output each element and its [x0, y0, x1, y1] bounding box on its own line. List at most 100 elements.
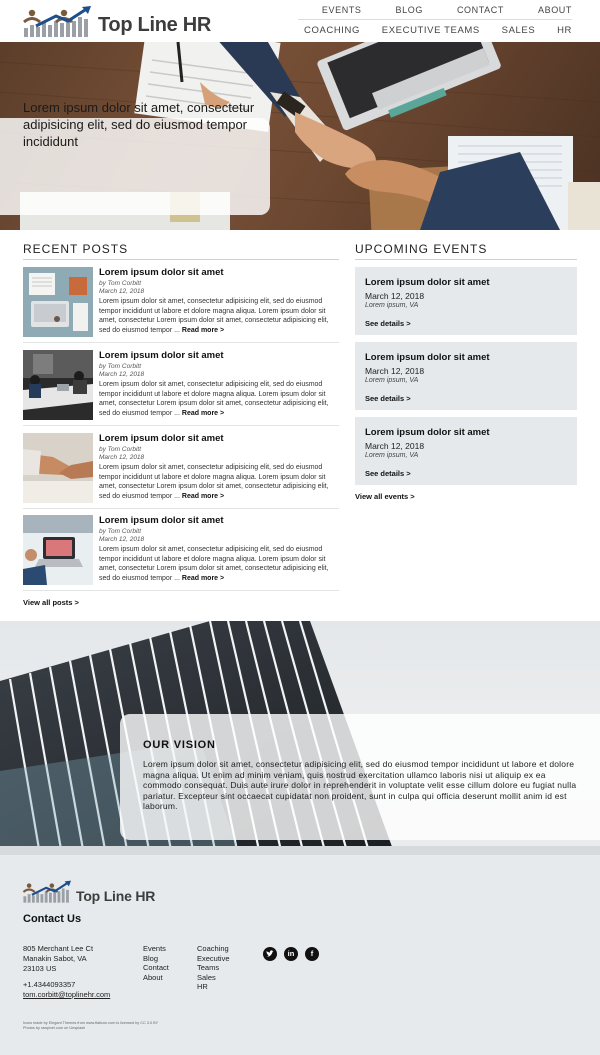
nav-sales[interactable]: SALES — [502, 25, 536, 36]
footer-link-events[interactable]: Events — [143, 944, 169, 954]
linkedin-icon[interactable]: in — [284, 947, 298, 961]
event-date: March 12, 2018 — [365, 366, 425, 376]
post-author: by Tom Corbitt — [99, 446, 142, 453]
nav-events[interactable]: EVENTS — [322, 5, 362, 15]
event-location: Lorem ipsum, VA — [365, 452, 419, 459]
upcoming-events-rule — [355, 259, 577, 260]
footer-link-coaching[interactable]: Coaching — [197, 944, 247, 954]
read-more-link[interactable]: Read more > — [182, 575, 224, 582]
nav-hr[interactable]: HR — [557, 25, 572, 36]
read-more-link[interactable]: Read more > — [182, 410, 224, 417]
footer-link-blog[interactable]: Blog — [143, 954, 169, 964]
logo-mark-icon — [23, 6, 91, 37]
contact-title: Contact Us — [23, 913, 82, 925]
post-date: March 12, 2018 — [99, 454, 145, 461]
post-card[interactable]: Lorem ipsum dolor sit amet by Tom Corbit… — [23, 267, 339, 345]
event-card[interactable]: Lorem ipsum dolor sit amet March 12, 201… — [355, 417, 577, 485]
vision-title: OUR VISION — [143, 739, 216, 751]
post-title[interactable]: Lorem ipsum dolor sit amet — [99, 267, 224, 278]
event-location: Lorem ipsum, VA — [365, 302, 419, 309]
post-divider — [23, 508, 339, 509]
post-thumbnail[interactable] — [23, 267, 93, 337]
event-title[interactable]: Lorem ipsum dolor sit amet — [365, 277, 490, 288]
post-author: by Tom Corbitt — [99, 363, 142, 370]
footer-link-executive-teams[interactable]: Executive Teams — [197, 954, 247, 973]
post-divider — [23, 342, 339, 343]
read-more-link[interactable]: Read more > — [182, 493, 224, 500]
footer-link-about[interactable]: About — [143, 973, 169, 983]
view-all-posts-link[interactable]: View all posts > — [23, 598, 79, 607]
event-date: March 12, 2018 — [365, 291, 425, 301]
footer-link-contact[interactable]: Contact — [143, 963, 169, 973]
recent-posts-rule — [23, 259, 339, 260]
nav-coaching[interactable]: COACHING — [304, 25, 360, 36]
read-more-link[interactable]: Read more > — [182, 327, 224, 334]
logo-name: Top Line — [98, 14, 178, 36]
event-date: March 12, 2018 — [365, 441, 425, 451]
logo-name-hr: HR — [182, 14, 212, 36]
address-line: 23103 US — [23, 964, 57, 973]
footer-email-link[interactable]: tom.corbitt@toplinehr.com — [23, 990, 110, 999]
post-thumbnail[interactable] — [23, 515, 93, 585]
event-card[interactable]: Lorem ipsum dolor sit amet March 12, 201… — [355, 342, 577, 410]
post-divider — [23, 590, 339, 591]
post-title[interactable]: Lorem ipsum dolor sit amet — [99, 515, 224, 526]
nav-blog[interactable]: BLOG — [396, 5, 423, 15]
post-divider — [23, 425, 339, 426]
nav-about[interactable]: ABOUT — [538, 5, 572, 15]
office-meeting-image — [23, 350, 93, 420]
post-title[interactable]: Lorem ipsum dolor sit amet — [99, 350, 224, 361]
see-details-link[interactable]: See details > — [365, 394, 411, 403]
event-title[interactable]: Lorem ipsum dolor sit amet — [365, 352, 490, 363]
nav-contact[interactable]: CONTACT — [457, 5, 504, 15]
main-nav: COACHING EXECUTIVE TEAMS SALES HR — [304, 25, 572, 36]
post-author: by Tom Corbitt — [99, 280, 142, 287]
post-date: March 12, 2018 — [99, 288, 145, 295]
event-card[interactable]: Lorem ipsum dolor sit amet March 12, 201… — [355, 267, 577, 335]
hero-headline: Lorem ipsum dolor sit amet, consectetur … — [23, 100, 255, 149]
event-title[interactable]: Lorem ipsum dolor sit amet — [365, 427, 490, 438]
logo-wordmark: Top Line HR — [98, 14, 211, 37]
vision-banner — [0, 621, 600, 855]
post-excerpt: Lorem ipsum dolor sit amet, consectetur … — [99, 380, 339, 418]
facebook-icon[interactable]: f — [305, 947, 319, 961]
post-date: March 12, 2018 — [99, 536, 145, 543]
footer-links-col1: Events Blog Contact About — [143, 944, 169, 982]
address-line: Manakin Sabot, VA — [23, 954, 87, 963]
view-all-events-link[interactable]: View all events > — [355, 492, 415, 501]
post-excerpt: Lorem ipsum dolor sit amet, consectetur … — [99, 545, 339, 583]
footer-phone[interactable]: +1.4344093357 — [23, 980, 75, 989]
footer-links-col2: Coaching Executive Teams Sales HR — [197, 944, 247, 992]
footer-credits: Icons made by Elegant Themes from www.fl… — [23, 1021, 158, 1031]
post-card[interactable]: Lorem ipsum dolor sit amet by Tom Corbit… — [23, 433, 339, 511]
logo-mark-icon — [22, 880, 72, 903]
footer-link-sales[interactable]: Sales — [197, 973, 247, 983]
post-date: March 12, 2018 — [99, 371, 145, 378]
footer-logo-name-hr: HR — [135, 888, 156, 904]
site-logo[interactable]: Top Line HR — [22, 4, 211, 40]
post-thumbnail[interactable] — [23, 350, 93, 420]
see-details-link[interactable]: See details > — [365, 469, 411, 478]
post-title[interactable]: Lorem ipsum dolor sit amet — [99, 433, 224, 444]
nav-executive-teams[interactable]: EXECUTIVE TEAMS — [382, 25, 480, 36]
laptop-work-image — [23, 515, 93, 585]
address-line: 805 Merchant Lee Ct — [23, 944, 94, 953]
top-nav: EVENTS BLOG CONTACT ABOUT — [288, 5, 572, 15]
post-author: by Tom Corbitt — [99, 528, 142, 535]
twitter-icon[interactable] — [263, 947, 277, 961]
post-card[interactable]: Lorem ipsum dolor sit amet by Tom Corbit… — [23, 350, 339, 428]
upcoming-events-title: UPCOMING EVENTS — [355, 242, 488, 256]
post-card[interactable]: Lorem ipsum dolor sit amet by Tom Corbit… — [23, 515, 339, 593]
site-header: Top Line HR EVENTS BLOG CONTACT ABOUT CO… — [0, 0, 600, 42]
footer-link-hr[interactable]: HR — [197, 982, 247, 992]
footer-logo-wordmark: Top Line HR — [76, 888, 155, 904]
recent-posts-title: RECENT POSTS — [23, 242, 129, 256]
footer-address: 805 Merchant Lee Ct Manakin Sabot, VA 23… — [23, 944, 93, 974]
footer-logo-name: Top Line — [76, 888, 132, 904]
post-excerpt: Lorem ipsum dolor sit amet, consectetur … — [99, 463, 339, 501]
desk-laptop-image — [23, 267, 93, 337]
see-details-link[interactable]: See details > — [365, 319, 411, 328]
credit-line: Photos by rawpixel.com on Unsplash — [23, 1026, 86, 1031]
post-thumbnail[interactable] — [23, 433, 93, 503]
handshake-image — [23, 433, 93, 503]
